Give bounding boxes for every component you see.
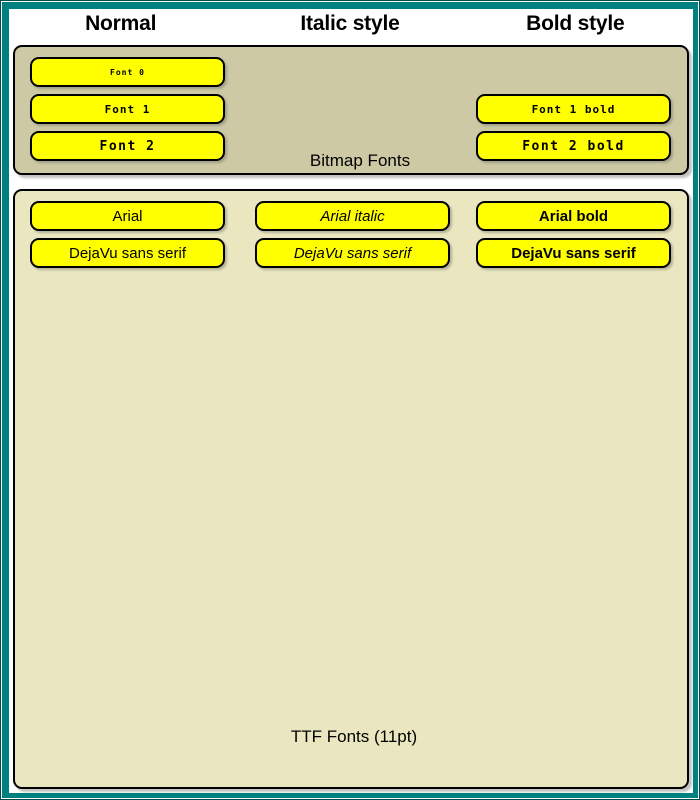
ttf-column-bold: Arial bold DejaVu sans serif [476, 201, 671, 275]
window-client-area: Normal Italic style Bold style Font 0 Fo… [9, 9, 693, 793]
ttf-button-label: Arial bold [538, 207, 609, 225]
bitmap-button-label: Font 1 [104, 102, 151, 116]
ttf-fonts-panel: Arial DejaVu sans serif Arial italic Dej… [13, 189, 689, 789]
ttf-button-label: DejaVu sans serif [293, 244, 412, 262]
ttf-button-grid: Arial DejaVu sans serif Arial italic Dej… [15, 191, 687, 787]
ttf-button-arial[interactable]: Arial [30, 201, 225, 231]
bitmap-panel-caption: Bitmap Fonts [309, 151, 411, 170]
ttf-button-label: DejaVu sans serif [511, 244, 636, 262]
bitmap-button-font-1[interactable]: Font 1 [30, 94, 225, 124]
column-header-bold: Bold style [526, 12, 625, 35]
bitmap-fonts-panel: Font 0 Font 1 Font 2 Font 1 bold Font 2 … [13, 45, 689, 175]
column-header-row: Normal Italic style Bold style [9, 9, 693, 39]
ttf-panel-caption: TTF Fonts (11pt) [290, 727, 418, 746]
ttf-button-dejavu-italic[interactable]: DejaVu sans serif [255, 238, 450, 268]
ttf-button-arial-italic[interactable]: Arial italic [255, 201, 450, 231]
bitmap-button-label: Font 0 [110, 67, 145, 77]
bitmap-button-label: Font 1 bold [531, 102, 616, 116]
ttf-button-arial-bold[interactable]: Arial bold [476, 201, 671, 231]
ttf-button-dejavu-bold[interactable]: DejaVu sans serif [476, 238, 671, 268]
bitmap-button-font-0[interactable]: Font 0 [30, 57, 225, 87]
ttf-column-italic: Arial italic DejaVu sans serif [255, 201, 450, 275]
ttf-button-label: DejaVu sans serif [69, 244, 186, 262]
bitmap-button-font-1-bold[interactable]: Font 1 bold [476, 94, 671, 124]
ttf-button-label: Arial [112, 207, 143, 225]
column-header-normal: Normal [85, 12, 157, 35]
ttf-button-dejavu[interactable]: DejaVu sans serif [30, 238, 225, 268]
ttf-column-normal: Arial DejaVu sans serif [30, 201, 225, 275]
font-demo-window: Normal Italic style Bold style Font 0 Fo… [0, 0, 700, 800]
bitmap-bold-row-spacer [476, 57, 671, 87]
ttf-button-label: Arial italic [320, 207, 385, 225]
column-header-italic: Italic style [300, 12, 400, 35]
